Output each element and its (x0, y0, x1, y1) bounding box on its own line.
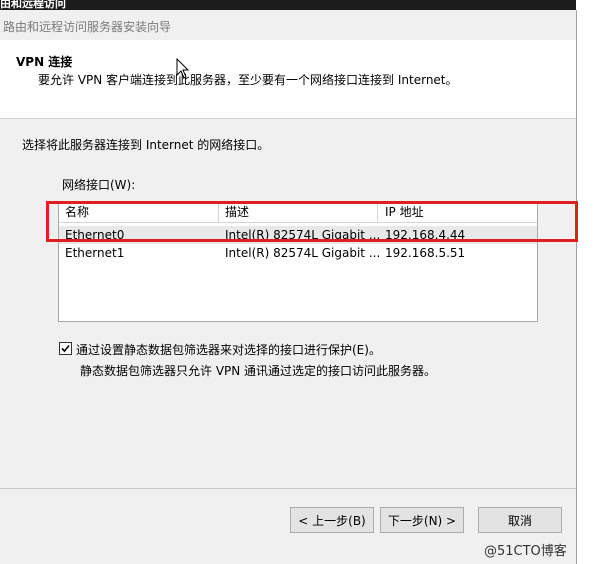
footer-divider (0, 488, 576, 489)
interface-description: Intel(R) 82574L Gigabit ... (225, 246, 381, 260)
wizard-title: 路由和远程访问服务器安装向导 (3, 20, 172, 34)
cancel-button[interactable]: 取消 (478, 507, 562, 533)
window-titlebar: 由和远程访问 (0, 0, 576, 10)
static-filter-checkbox-label[interactable]: 通过设置静态数据包筛选器来对选择的接口进行保护(E)。 (76, 341, 381, 358)
back-button[interactable]: < 上一步(B) (290, 507, 374, 533)
watermark: @51CTO博客 (484, 544, 567, 559)
background-edge (576, 0, 594, 564)
header-title: VPN 连接 (16, 55, 73, 69)
annotation-highlight-box (46, 201, 578, 242)
static-filter-note: 静态数据包筛选器只允许 VPN 通讯通过选定的接口访问此服务器。 (80, 364, 437, 378)
next-button[interactable]: 下一步(N) > (380, 507, 464, 533)
interface-name: Ethernet1 (65, 246, 125, 260)
static-filter-checkbox[interactable] (59, 342, 72, 355)
interface-ip: 192.168.5.51 (385, 246, 466, 260)
interface-prompt: 选择将此服务器连接到 Internet 的网络接口。 (22, 138, 270, 152)
interface-row[interactable]: Ethernet1 Intel(R) 82574L Gigabit ... 19… (59, 244, 537, 262)
window-title: 由和远程访问 (0, 0, 66, 10)
wizard-header: VPN 连接 要允许 VPN 客户端连接到此服务器，至少要有一个网络接口连接到 … (0, 40, 576, 119)
header-subtitle: 要允许 VPN 客户端连接到此服务器，至少要有一个网络接口连接到 Interne… (38, 73, 458, 87)
network-interface-label: 网络接口(W): (62, 178, 136, 192)
checkmark-icon (61, 344, 70, 353)
mouse-cursor-icon (176, 58, 190, 79)
